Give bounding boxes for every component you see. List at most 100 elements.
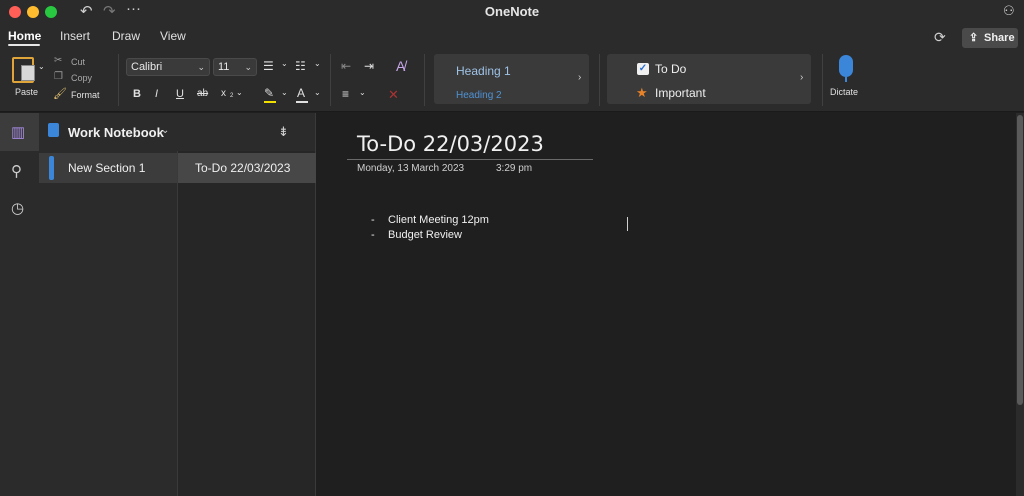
- share-icon: ⇪: [969, 32, 979, 44]
- chevron-down-icon[interactable]: ⌄: [314, 88, 321, 97]
- rail-item-notebooks[interactable]: ▥: [0, 113, 39, 151]
- chevron-down-icon: ⌄: [244, 62, 252, 72]
- notebook-icon: [48, 123, 59, 137]
- format-painter-label[interactable]: Format: [71, 90, 100, 100]
- paste-options-chevron-icon[interactable]: ⌄: [38, 62, 45, 71]
- increase-indent-icon[interactable]: ⇥: [364, 59, 374, 73]
- ribbon-divider: [330, 54, 331, 106]
- list-item-text: Client Meeting 12pm: [388, 214, 489, 226]
- search-icon[interactable]: ⚲: [11, 162, 22, 180]
- bullet-list-icon[interactable]: ☰: [263, 59, 274, 73]
- paste-label[interactable]: Paste: [15, 87, 38, 97]
- title-bar: ↶ ↷ ··· OneNote ⚇: [0, 0, 1024, 24]
- tags-gallery[interactable]: ✓ To Do ★ Important ›: [607, 54, 811, 104]
- copy-icon[interactable]: ❐: [54, 71, 63, 82]
- sections-list: New Section 1: [39, 151, 177, 496]
- notebook-panel: Work Notebook ⌄ ⇟ New Section 1 To-Do 22…: [39, 113, 316, 496]
- list-item[interactable]: - Client Meeting 12pm: [371, 214, 489, 226]
- numbered-list-icon[interactable]: ☷: [295, 59, 306, 73]
- delete-icon[interactable]: ✕: [388, 87, 399, 103]
- microphone-icon[interactable]: [839, 55, 853, 77]
- copy-label[interactable]: Copy: [71, 73, 92, 83]
- styles-gallery[interactable]: Heading 1 Heading 2 ›: [434, 54, 589, 104]
- share-button[interactable]: ⇪ Share: [962, 28, 1018, 48]
- chevron-right-icon[interactable]: ›: [578, 72, 581, 83]
- font-size-select[interactable]: 11 ⌄: [213, 58, 257, 76]
- tab-view[interactable]: View: [160, 29, 186, 43]
- ribbon-divider: [822, 54, 823, 106]
- page-canvas[interactable]: To-Do 22/03/2023 Monday, 13 March 2023 3…: [316, 113, 1016, 496]
- page-date: Monday, 13 March 2023: [357, 163, 465, 174]
- sort-icon[interactable]: ⇟: [278, 124, 289, 140]
- chevron-right-icon[interactable]: ›: [800, 72, 803, 83]
- align-icon[interactable]: ≡: [342, 87, 349, 101]
- cut-icon[interactable]: ✂: [54, 55, 62, 66]
- list-bullet: -: [371, 214, 375, 226]
- subscript-glyph: 2: [230, 93, 234, 99]
- font-family-value: Calibri: [131, 61, 163, 73]
- tag-todo[interactable]: To Do: [655, 62, 686, 76]
- navigation-rail: ▥ ⚲ ◷: [0, 113, 39, 496]
- list-bullet: -: [371, 229, 375, 241]
- text-cursor: [627, 217, 628, 231]
- font-family-select[interactable]: Calibri ⌄: [126, 58, 210, 76]
- vertical-scrollbar[interactable]: [1016, 113, 1024, 496]
- chevron-down-icon[interactable]: ⌄: [314, 59, 321, 68]
- title-underline: [347, 159, 593, 160]
- active-tab-indicator: [8, 44, 40, 46]
- font-color-icon[interactable]: A: [297, 86, 305, 100]
- pages-list: To-Do 22/03/2023: [177, 151, 316, 496]
- star-icon: ★: [636, 85, 648, 100]
- dictate-label[interactable]: Dictate: [830, 87, 858, 97]
- highlight-icon[interactable]: ✎: [264, 86, 274, 100]
- recent-clock-icon[interactable]: ◷: [11, 199, 24, 217]
- share-label: Share: [984, 32, 1015, 44]
- section-color-tab: [49, 156, 54, 180]
- tab-home[interactable]: Home: [8, 29, 41, 43]
- notebook-name[interactable]: Work Notebook: [68, 125, 164, 140]
- cut-label[interactable]: Cut: [71, 57, 85, 67]
- list-item-text: Budget Review: [388, 229, 462, 241]
- tag-important[interactable]: Important: [655, 86, 706, 100]
- style-heading-1[interactable]: Heading 1: [456, 64, 511, 78]
- list-item[interactable]: - Budget Review: [371, 229, 462, 241]
- app-title: OneNote: [484, 4, 540, 19]
- chevron-down-icon[interactable]: ⌄: [281, 88, 288, 97]
- sync-icon[interactable]: ⟳: [934, 29, 946, 46]
- subscript-button[interactable]: x: [221, 88, 226, 99]
- page-item[interactable]: To-Do 22/03/2023: [178, 153, 316, 183]
- notebooks-icon: ▥: [11, 124, 26, 141]
- strikethrough-button[interactable]: ab: [197, 88, 208, 99]
- checkbox-icon: ✓: [637, 63, 649, 75]
- paste-icon[interactable]: [12, 57, 35, 83]
- page-title[interactable]: To-Do 22/03/2023: [357, 132, 544, 156]
- account-icon[interactable]: ⚇: [1003, 3, 1015, 19]
- ribbon-divider: [424, 54, 425, 106]
- font-size-value: 11: [218, 61, 230, 73]
- section-label: New Section 1: [68, 161, 146, 175]
- microphone-stand: [845, 77, 847, 82]
- scrollbar-thumb[interactable]: [1017, 115, 1023, 405]
- page-label: To-Do 22/03/2023: [195, 161, 291, 175]
- chevron-down-icon[interactable]: ⌄: [359, 88, 366, 97]
- italic-button[interactable]: I: [155, 88, 158, 100]
- style-heading-2[interactable]: Heading 2: [456, 90, 502, 101]
- highlight-color-bar: [264, 101, 276, 103]
- chevron-down-icon[interactable]: ⌄: [236, 88, 243, 97]
- format-painter-icon[interactable]: 🖌: [53, 87, 67, 100]
- menu-tabs-bar: Home Insert Draw View ⟳ ⇪ Share: [0, 24, 1024, 48]
- ribbon: ⌄ Paste ✂ Cut ❐ Copy 🖌 Format Calibri ⌄ …: [0, 48, 1024, 112]
- font-color-bar: [296, 101, 308, 103]
- chevron-down-icon[interactable]: ⌄: [281, 59, 288, 68]
- chevron-down-icon: ⌄: [197, 62, 205, 72]
- clear-formatting-icon[interactable]: A̸: [396, 58, 405, 74]
- decrease-indent-icon[interactable]: ⇤: [341, 59, 351, 73]
- chevron-down-icon[interactable]: ⌄: [161, 125, 169, 136]
- ribbon-divider: [118, 54, 119, 106]
- tab-insert[interactable]: Insert: [60, 29, 90, 43]
- section-item[interactable]: New Section 1: [39, 153, 177, 183]
- underline-button[interactable]: U: [176, 88, 184, 100]
- ribbon-divider: [599, 54, 600, 106]
- bold-button[interactable]: B: [133, 88, 141, 100]
- tab-draw[interactable]: Draw: [112, 29, 140, 43]
